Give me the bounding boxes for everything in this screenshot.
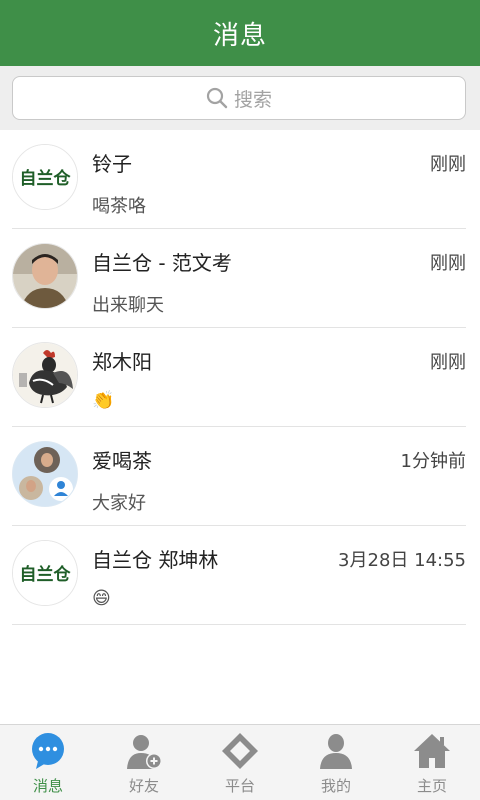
conversation-row[interactable]: 郑木阳 刚刚 👏 <box>12 328 466 427</box>
avatar: 自兰仓 <box>12 144 78 210</box>
page-title: 消息 <box>212 20 267 51</box>
conversation-preview: 喝茶咯 <box>92 196 146 217</box>
avatar: 自兰仓 <box>12 540 78 606</box>
conversation-list: 自兰仓 铃子 刚刚 喝茶咯 自兰仓 - 范文考 刚刚 出来聊天 郑木阳 刚刚 👏… <box>0 130 480 625</box>
add-friend-icon <box>127 735 162 769</box>
conversation-time: 刚刚 <box>430 352 466 373</box>
avatar <box>12 243 78 309</box>
conversation-time: 3月28日 14:55 <box>338 550 466 571</box>
tab-label: 我的 <box>320 777 351 795</box>
search-area: 搜索 <box>0 66 480 130</box>
conversation-name: 郑木阳 <box>92 350 152 374</box>
conversation-time: 刚刚 <box>430 253 466 274</box>
conversation-time: 1分钟前 <box>400 451 466 472</box>
conversation-preview: 大家好 <box>92 493 146 514</box>
conversation-row[interactable]: 自兰仓 自兰仓 郑坤林 3月28日 14:55 😄 <box>12 526 466 625</box>
search-placeholder: 搜索 <box>233 88 272 111</box>
tab-messages[interactable]: 消息 <box>0 725 96 800</box>
conversation-preview: 出来聊天 <box>92 295 164 316</box>
rooster-painting-icon <box>13 343 77 407</box>
tab-mine[interactable]: 我的 <box>288 725 384 800</box>
avatar <box>12 441 78 507</box>
conversation-row[interactable]: 爱喝茶 1分钟前 大家好 <box>12 427 466 526</box>
bottom-tab-bar: 消息 好友 平台 我的 主页 <box>0 724 480 800</box>
conversation-row[interactable]: 自兰仓 铃子 刚刚 喝茶咯 <box>12 130 466 229</box>
tab-label: 消息 <box>32 777 63 795</box>
conversation-name: 爱喝茶 <box>92 449 152 473</box>
conversation-name: 自兰仓 郑坤林 <box>92 548 219 572</box>
search-input[interactable]: 搜索 <box>12 76 466 120</box>
zilancang-logo-icon: 自兰仓 <box>13 145 77 209</box>
svg-text:自兰仓: 自兰仓 <box>20 564 72 585</box>
top-bar: 消息 <box>0 0 480 66</box>
avatar <box>12 342 78 408</box>
person-photo-icon <box>13 244 77 308</box>
group-avatar-icon <box>13 442 77 506</box>
conversation-preview: 👏 <box>92 390 115 411</box>
conversation-name: 铃子 <box>92 152 132 176</box>
svg-text:自兰仓: 自兰仓 <box>20 168 72 189</box>
platform-diamond-icon <box>222 733 258 769</box>
conversation-row[interactable]: 自兰仓 - 范文考 刚刚 出来聊天 <box>12 229 466 328</box>
conversation-time: 刚刚 <box>430 154 466 175</box>
tab-label: 好友 <box>128 777 159 795</box>
person-icon <box>320 734 352 769</box>
home-icon <box>414 734 450 768</box>
tab-home[interactable]: 主页 <box>384 725 480 800</box>
chat-bubble-icon <box>32 733 64 769</box>
search-icon <box>206 87 228 109</box>
zilancang-logo-icon: 自兰仓 <box>13 541 77 605</box>
conversation-name: 自兰仓 - 范文考 <box>92 251 232 275</box>
tab-label: 主页 <box>416 777 447 795</box>
conversation-preview: 😄 <box>92 588 111 609</box>
tab-label: 平台 <box>224 777 255 795</box>
tab-friends[interactable]: 好友 <box>96 725 192 800</box>
tab-platform[interactable]: 平台 <box>192 725 288 800</box>
